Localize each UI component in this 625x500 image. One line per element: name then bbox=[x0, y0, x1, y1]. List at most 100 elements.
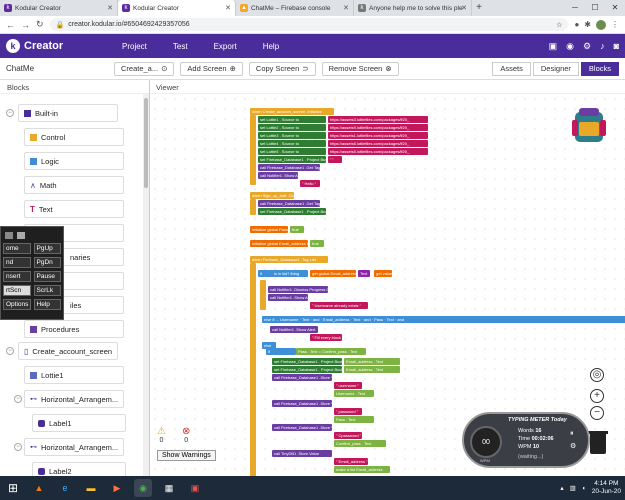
network-icon[interactable]: ▥ bbox=[570, 484, 576, 492]
browser-tab-1[interactable]: k Kodular Creator ✕ bbox=[0, 0, 118, 16]
puzzle-icon[interactable]: ✱ bbox=[584, 20, 591, 29]
set-block[interactable]: set Lottie3 . Source to bbox=[258, 132, 326, 139]
close-tab-icon[interactable]: ✕ bbox=[107, 4, 113, 12]
copy-screen-button[interactable]: Copy Screen ⊃ bbox=[248, 61, 316, 76]
maximize-icon[interactable]: ☐ bbox=[585, 0, 605, 16]
internet-explorer-icon[interactable]: e bbox=[56, 479, 74, 497]
call-block[interactable]: call Firebase_Database1 .Get Tag List bbox=[258, 200, 320, 207]
close-tab-icon[interactable]: ✕ bbox=[343, 4, 349, 12]
tree-item-math[interactable]: ∧ Math bbox=[24, 176, 124, 194]
tree-item-label1[interactable]: Label1 bbox=[32, 414, 126, 432]
logic-true-block[interactable]: true bbox=[310, 240, 324, 247]
volume-icon[interactable]: ◖ bbox=[582, 485, 586, 492]
key-pause[interactable]: Pause bbox=[33, 271, 61, 282]
get-block[interactable]: get global Email_address bbox=[310, 270, 356, 277]
pause-icon[interactable]: ⏸ bbox=[570, 430, 574, 438]
set-block[interactable]: set Lottie4 . Source to bbox=[258, 140, 326, 147]
show-warnings-button[interactable]: Show Warnings bbox=[157, 450, 216, 461]
text-block[interactable]: https://assets9.lottiefiles.com/packages… bbox=[328, 124, 428, 131]
menu-help[interactable]: Help bbox=[263, 42, 279, 51]
media-player-icon[interactable]: ▶ bbox=[108, 479, 126, 497]
tree-item-label2[interactable]: Label2 bbox=[32, 462, 126, 476]
tree-item-text[interactable]: T Text bbox=[24, 200, 124, 218]
more-menu-icon[interactable]: ⋮ bbox=[611, 20, 619, 29]
set-block[interactable]: set Lottie5 . Source to bbox=[258, 148, 326, 155]
close-window-icon[interactable]: ✕ bbox=[605, 0, 625, 16]
profile-avatar[interactable] bbox=[596, 19, 606, 30]
palette-icon[interactable]: ◉ bbox=[566, 41, 574, 52]
call-block[interactable]: call Notifier1 .Show Alert bbox=[268, 294, 308, 301]
event-header[interactable]: when Create_account_screen .Initialize bbox=[250, 108, 334, 115]
global-variable-block[interactable]: initialize global Email_address to bbox=[250, 240, 308, 247]
text-block[interactable]: https://assets3.lottiefiles.com/packages… bbox=[328, 116, 428, 123]
key-pgup[interactable]: PgUp bbox=[33, 243, 61, 254]
text-block[interactable]: " username " bbox=[334, 382, 362, 389]
key-scrlk[interactable]: ScrLk bbox=[33, 285, 61, 296]
system-clock[interactable]: 4:14 PM 20-Jun-20 bbox=[592, 480, 621, 496]
value-block[interactable]: Confirm_pass . Text bbox=[334, 440, 386, 447]
text-block[interactable]: " Cpassword " bbox=[334, 432, 362, 439]
set-block[interactable]: set Firebase_Database1 . Project Bucket … bbox=[272, 366, 342, 373]
tree-item-horizontal-arrangement-2[interactable]: ⊷ Horizontal_Arrangem... bbox=[24, 438, 124, 456]
set-block[interactable]: set Firebase_Database1 . Project Bucket … bbox=[258, 156, 326, 163]
call-block[interactable]: call Notifier1 .Show Alert bbox=[270, 326, 318, 333]
key-home[interactable]: ome bbox=[3, 243, 31, 254]
recenter-icon[interactable]: ◎ bbox=[590, 368, 604, 382]
get-block[interactable]: get value bbox=[374, 270, 392, 277]
gear-icon[interactable]: ⚙ bbox=[583, 41, 591, 52]
key-help[interactable]: Help bbox=[33, 299, 61, 310]
collapse-toggle[interactable]: − bbox=[14, 443, 22, 451]
event-header[interactable]: when Firebase_Database1 .Tag List bbox=[250, 256, 328, 263]
settings-icon[interactable]: ⚙ bbox=[570, 442, 576, 450]
blocks-button[interactable]: Blocks bbox=[580, 61, 619, 76]
key-prtscn[interactable]: rtScn bbox=[3, 285, 31, 296]
designer-button[interactable]: Designer bbox=[532, 61, 579, 76]
zoom-in-icon[interactable]: + bbox=[590, 389, 604, 403]
assets-button[interactable]: Assets bbox=[492, 61, 531, 76]
collapse-toggle[interactable]: − bbox=[6, 347, 14, 355]
reload-icon[interactable]: ↻ bbox=[36, 19, 44, 30]
kodular-logo[interactable]: k Creator bbox=[6, 39, 63, 53]
tree-item-builtin[interactable]: Built-in bbox=[18, 104, 118, 122]
bell-icon[interactable]: ♪ bbox=[600, 41, 605, 52]
minimize-icon[interactable]: ─ bbox=[565, 0, 585, 16]
keyboard-minimize-icon[interactable] bbox=[5, 232, 13, 239]
file-explorer-icon[interactable]: ▬ bbox=[82, 479, 100, 497]
tray-arrow-icon[interactable]: ▴ bbox=[560, 484, 563, 492]
app-icon[interactable]: ▦ bbox=[160, 479, 178, 497]
url-field[interactable]: 🔒 creator.kodular.io/#6504692429357056 ☆ bbox=[49, 18, 569, 31]
extension-icon[interactable]: ● bbox=[574, 20, 579, 29]
star-icon[interactable]: ☆ bbox=[556, 21, 562, 29]
forward-icon[interactable]: → bbox=[21, 20, 30, 30]
browser-tab-4[interactable]: k Anyone help me to solve this ple ✕ bbox=[354, 0, 472, 16]
call-block[interactable]: call Firebase_Database1 .Store Value bbox=[272, 374, 332, 381]
global-variable-block[interactable]: initialize global Pass to bbox=[250, 226, 288, 233]
tree-item-control[interactable]: Control bbox=[24, 128, 124, 146]
text-block[interactable]: " Username already exists " bbox=[310, 302, 368, 309]
windows-start-icon[interactable]: ⊞ bbox=[4, 479, 22, 497]
call-block[interactable]: call Firebase_Database1 .Get Tag List bbox=[258, 164, 320, 171]
menu-project[interactable]: Project bbox=[122, 42, 147, 51]
call-block[interactable]: call Firebase_Database1 .Store Value bbox=[272, 424, 332, 431]
key-options[interactable]: Options bbox=[3, 299, 31, 310]
set-block[interactable]: set Lottie2 . Source to bbox=[258, 124, 326, 131]
trash-icon[interactable] bbox=[588, 431, 608, 454]
text-block[interactable]: " " bbox=[328, 156, 342, 163]
call-block[interactable]: call Notifier1 .Show Alert bbox=[258, 172, 298, 179]
key-pgdn[interactable]: PgDn bbox=[33, 257, 61, 268]
join-block[interactable]: Email_address . Text bbox=[344, 366, 400, 373]
text-block[interactable]: " password " bbox=[334, 408, 362, 415]
tree-item-lottie1[interactable]: Lottie1 bbox=[24, 366, 124, 384]
add-screen-button[interactable]: Add Screen ⊕ bbox=[180, 61, 243, 76]
value-block[interactable]: Username . Text bbox=[334, 390, 374, 397]
backpack-icon[interactable] bbox=[570, 104, 608, 144]
text-block[interactable]: https://assets1.lottiefiles.com/packages… bbox=[328, 132, 428, 139]
folder-icon[interactable]: ▣ bbox=[549, 41, 558, 52]
join-block[interactable]: Email_address . Text bbox=[344, 358, 400, 365]
new-tab-button[interactable]: + bbox=[472, 0, 486, 16]
else-if-block[interactable]: else if ... Username · Text · and · Emai… bbox=[262, 316, 625, 323]
menu-export[interactable]: Export bbox=[214, 42, 237, 51]
call-block[interactable]: call Firebase_Database1 .Store Value bbox=[272, 400, 332, 407]
key-insert[interactable]: nsert bbox=[3, 271, 31, 282]
chrome-icon[interactable]: ◉ bbox=[134, 479, 152, 497]
